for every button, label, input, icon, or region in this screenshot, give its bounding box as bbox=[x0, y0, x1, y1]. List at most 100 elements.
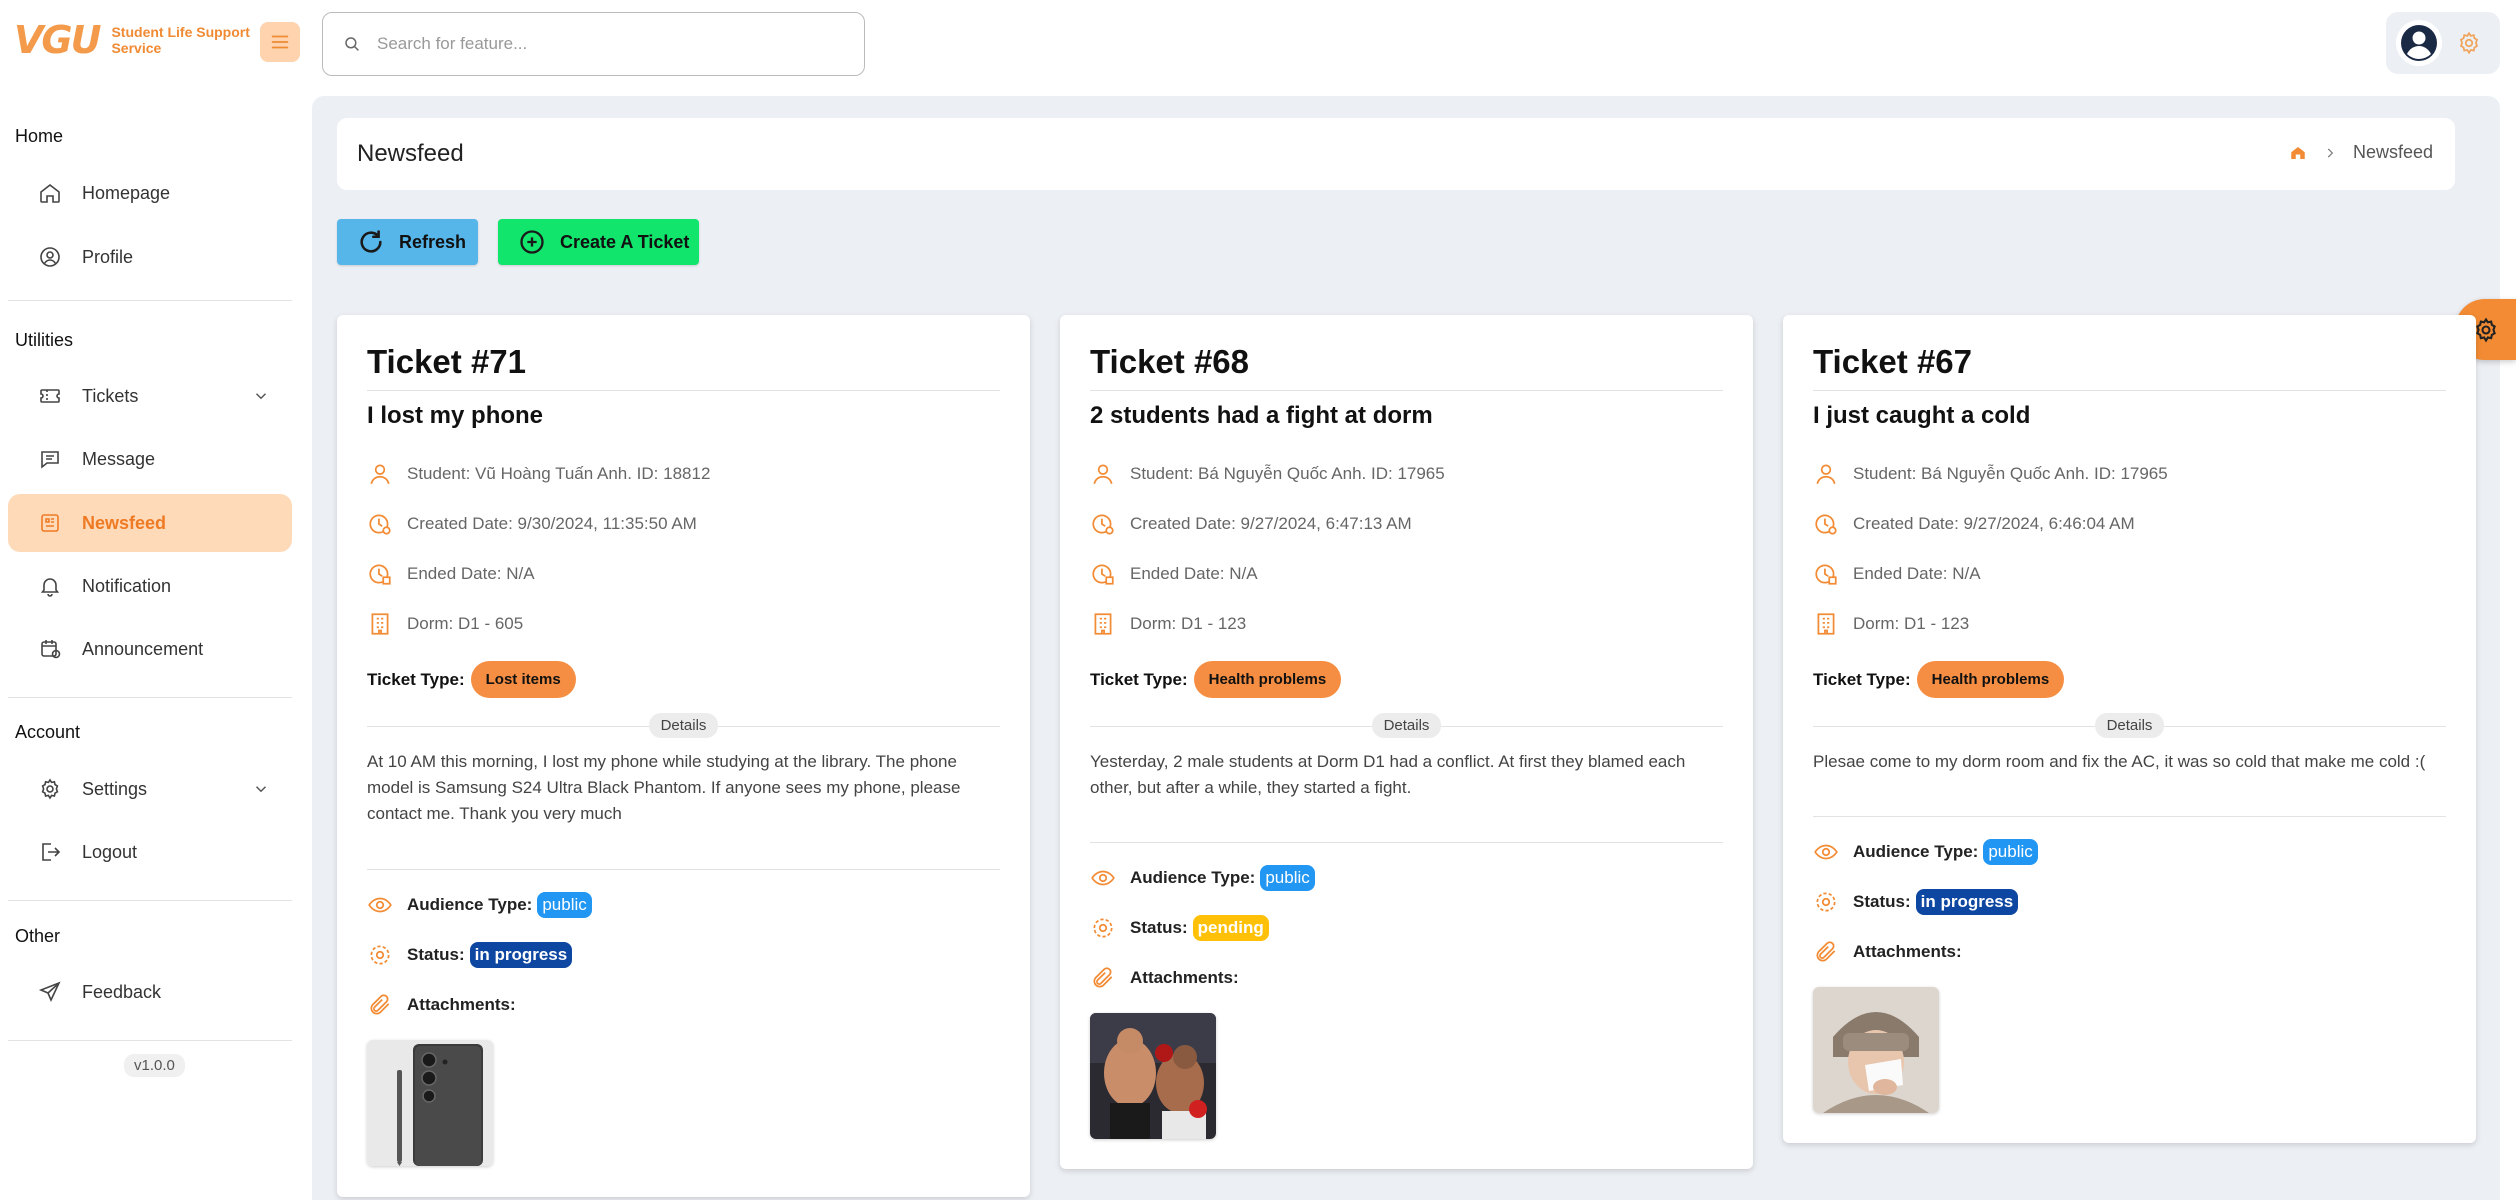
details-label: Details bbox=[1371, 713, 1442, 738]
ticket-number: Ticket #67 bbox=[1813, 343, 1973, 380]
ticket-type-label: Ticket Type: bbox=[367, 669, 465, 689]
app-logo[interactable]: VGU Student Life Support Service bbox=[14, 18, 271, 62]
audience-row: Audience Type: public bbox=[1090, 865, 1315, 891]
home-icon[interactable] bbox=[2289, 144, 2307, 162]
divider bbox=[1813, 390, 2446, 391]
home-icon bbox=[37, 180, 63, 206]
section-utilities: Utilities bbox=[15, 330, 74, 350]
sidebar-item-label: Notification bbox=[82, 575, 172, 596]
dorm-text: Dorm: D1 - 123 bbox=[1130, 614, 1247, 633]
bell-icon bbox=[37, 573, 63, 599]
status-badge: in progress bbox=[469, 942, 573, 968]
ticket-created: Created Date: 9/27/2024, 6:47:13 AM bbox=[1090, 511, 1412, 537]
divider bbox=[8, 1040, 292, 1041]
calendar-icon bbox=[37, 636, 63, 662]
ended-text: Ended Date: N/A bbox=[1130, 564, 1258, 583]
ticket-type-chip: Health problems bbox=[1193, 661, 1342, 698]
details-label: Details bbox=[2094, 713, 2165, 738]
attachments-label: Attachments: bbox=[407, 995, 516, 1014]
gear-icon bbox=[37, 776, 63, 802]
sidebar-item-label: Feedback bbox=[82, 981, 162, 1002]
breadcrumb: Newsfeed bbox=[2289, 142, 2433, 163]
divider bbox=[1813, 816, 2446, 817]
ticket-card[interactable]: Ticket #71 I lost my phone Student: Vũ H… bbox=[337, 315, 1030, 1197]
search-box[interactable] bbox=[322, 12, 865, 76]
logo-mark: VGU bbox=[14, 18, 101, 62]
send-icon bbox=[37, 979, 63, 1005]
chevron-down-icon bbox=[255, 786, 267, 793]
divider bbox=[1090, 842, 1723, 843]
sidebar-item-notification[interactable]: Notification bbox=[8, 557, 292, 615]
ticket-number: Ticket #68 bbox=[1090, 343, 1250, 380]
eye-icon bbox=[368, 897, 392, 913]
clock-icon bbox=[1092, 514, 1114, 535]
divider bbox=[8, 900, 292, 901]
ticket-type-chip: Health problems bbox=[1916, 661, 2065, 698]
ticket-card[interactable]: Ticket #68 2 students had a fight at dor… bbox=[1060, 315, 1753, 1169]
clock-end-icon bbox=[1092, 564, 1114, 585]
audience-label: Audience Type: bbox=[1130, 868, 1256, 887]
ticket-card[interactable]: Ticket #67 I just caught a cold Student:… bbox=[1783, 315, 2476, 1143]
sidebar-item-feedback[interactable]: Feedback bbox=[8, 963, 292, 1021]
person-icon bbox=[1093, 464, 1113, 484]
building-icon bbox=[1094, 613, 1112, 635]
paperclip-icon bbox=[1816, 941, 1836, 962]
status-icon bbox=[1093, 918, 1113, 938]
page-header: Newsfeed Newsfeed bbox=[337, 118, 2455, 190]
details-separator: Details bbox=[1813, 713, 2446, 739]
ticket-type-row: Ticket Type: Health problems bbox=[1813, 661, 2065, 698]
student-text: Student: Bá Nguyễn Quốc Anh. ID: 17965 bbox=[1853, 464, 2168, 483]
ended-text: Ended Date: N/A bbox=[407, 564, 535, 583]
search-input[interactable] bbox=[377, 34, 847, 54]
ticket-number: Ticket #71 bbox=[367, 343, 527, 380]
sidebar-item-label: Settings bbox=[82, 778, 148, 799]
sidebar-item-profile[interactable]: Profile bbox=[8, 228, 292, 286]
ticket-type-row: Ticket Type: Health problems bbox=[1090, 661, 1342, 698]
ticket-title: I just caught a cold bbox=[1813, 402, 2031, 429]
sidebar-item-homepage[interactable]: Homepage bbox=[8, 164, 292, 222]
section-other: Other bbox=[15, 926, 61, 946]
sidebar-item-newsfeed[interactable]: Newsfeed bbox=[8, 494, 292, 552]
attachment-thumbnail[interactable] bbox=[1813, 987, 1939, 1113]
ticket-type-label: Ticket Type: bbox=[1813, 669, 1911, 689]
attachments-row: Attachments: bbox=[367, 992, 516, 1018]
user-controls bbox=[2386, 12, 2500, 74]
newsfeed-icon bbox=[37, 510, 63, 536]
ticket-icon bbox=[37, 383, 63, 409]
person-icon bbox=[370, 464, 390, 484]
cold-photo bbox=[1813, 987, 1939, 1113]
ticket-type-chip: Lost items bbox=[470, 661, 576, 698]
paperclip-icon bbox=[1093, 967, 1113, 988]
sidebar-item-tickets[interactable]: Tickets bbox=[8, 367, 292, 425]
sidebar-item-message[interactable]: Message bbox=[8, 430, 292, 488]
avatar[interactable] bbox=[2396, 20, 2442, 66]
settings-gear-icon[interactable] bbox=[2456, 30, 2482, 56]
attachment-thumbnail[interactable] bbox=[1090, 1013, 1216, 1139]
attachments-row: Attachments: bbox=[1090, 965, 1239, 991]
divider bbox=[8, 300, 292, 301]
clock-icon bbox=[1815, 514, 1837, 535]
sidebar-item-label: Announcement bbox=[82, 638, 204, 659]
status-icon bbox=[370, 945, 390, 965]
menu-toggle-button[interactable] bbox=[260, 22, 300, 62]
ticket-ended: Ended Date: N/A bbox=[1813, 561, 1981, 587]
sidebar-item-announcement[interactable]: Announcement bbox=[8, 620, 292, 678]
create-ticket-button[interactable]: Create A Ticket bbox=[498, 219, 699, 265]
ticket-ended: Ended Date: N/A bbox=[367, 561, 535, 587]
refresh-button[interactable]: Refresh bbox=[337, 219, 478, 265]
sidebar-item-label: Logout bbox=[82, 841, 138, 862]
details-label: Details bbox=[648, 713, 719, 738]
page-title: Newsfeed bbox=[357, 140, 464, 167]
created-text: Created Date: 9/30/2024, 11:35:50 AM bbox=[407, 514, 697, 533]
attachment-thumbnail[interactable] bbox=[367, 1040, 493, 1166]
clock-icon bbox=[369, 514, 391, 535]
sidebar-item-logout[interactable]: Logout bbox=[8, 823, 292, 881]
sidebar-item-settings[interactable]: Settings bbox=[8, 760, 292, 818]
building-icon bbox=[371, 613, 389, 635]
sidebar-item-label: Message bbox=[82, 448, 156, 469]
breadcrumb-current: Newsfeed bbox=[2352, 142, 2433, 162]
attachments-row: Attachments: bbox=[1813, 939, 1962, 965]
ticket-title: I lost my phone bbox=[367, 402, 544, 429]
fight-photo bbox=[1090, 1013, 1216, 1139]
ticket-description: Yesterday, 2 male students at Dorm D1 ha… bbox=[1090, 752, 1686, 797]
